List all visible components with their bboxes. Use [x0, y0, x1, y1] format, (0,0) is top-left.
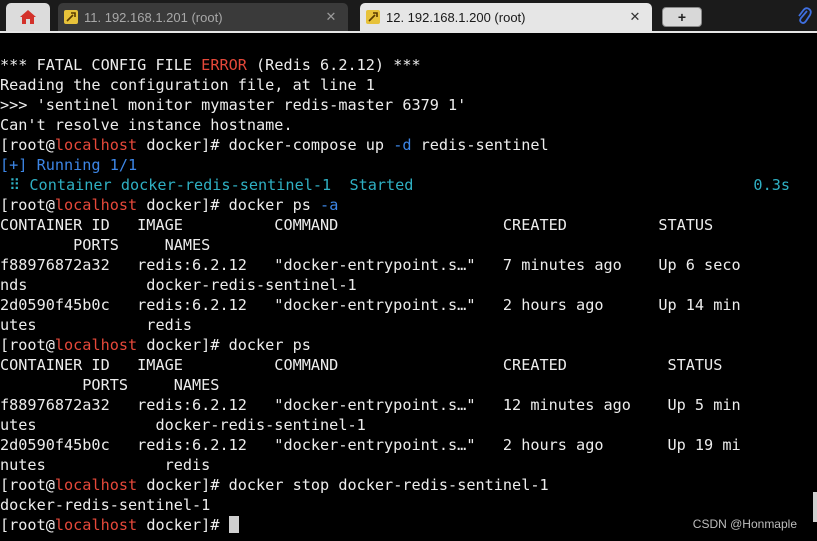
- terminal-line: ⠿ Container docker-redis-sentinel-1 Star…: [0, 176, 790, 194]
- tab-session-11[interactable]: 11. 192.168.1.201 (root) ✕: [58, 3, 348, 31]
- paperclip-icon[interactable]: [796, 6, 812, 26]
- close-icon[interactable]: ✕: [322, 9, 340, 25]
- tab-session-12[interactable]: 12. 192.168.1.200 (root) ✕: [360, 3, 652, 31]
- terminal-line: docker-redis-sentinel-1: [0, 496, 211, 514]
- prompt-line: [root@localhost docker]# docker ps: [0, 336, 311, 354]
- terminal-line: CONTAINER ID IMAGE COMMAND CREATED STATU…: [0, 356, 723, 374]
- close-icon[interactable]: ✕: [626, 9, 644, 25]
- home-tab[interactable]: [6, 3, 50, 31]
- prompt-line: [root@localhost docker]# docker stop doc…: [0, 476, 549, 494]
- terminal-line: utes docker-redis-sentinel-1: [0, 416, 366, 434]
- terminal-output[interactable]: *** FATAL CONFIG FILE ERROR (Redis 6.2.1…: [0, 55, 817, 541]
- terminal-line: f88976872a32 redis:6.2.12 "docker-entryp…: [0, 396, 741, 414]
- watermark: CSDN @Honmaple: [692, 517, 797, 531]
- terminal-line: PORTS NAMES: [0, 376, 220, 394]
- tab-strip-divider: [0, 31, 817, 33]
- terminal-line: nds docker-redis-sentinel-1: [0, 276, 357, 294]
- terminal-line: PORTS NAMES: [0, 236, 211, 254]
- terminal-line: Reading the configuration file, at line …: [0, 76, 375, 94]
- prompt-line: [root@localhost docker]# docker ps -a: [0, 196, 339, 214]
- terminal-line: >>> 'sentinel monitor mymaster redis-mas…: [0, 96, 467, 114]
- home-icon: [20, 10, 36, 24]
- terminal-line: utes redis: [0, 316, 193, 334]
- terminal-line: f88976872a32 redis:6.2.12 "docker-entryp…: [0, 256, 741, 274]
- tab-label: 11. 192.168.1.201 (root): [84, 9, 223, 25]
- terminal-line: Can't resolve instance hostname.: [0, 116, 293, 134]
- prompt-line: [root@localhost docker]# docker-compose …: [0, 136, 549, 154]
- terminal-cursor: [228, 516, 239, 533]
- terminal-line: 2d0590f45b0c redis:6.2.12 "docker-entryp…: [0, 436, 741, 454]
- terminal-icon: [366, 10, 380, 24]
- terminal-line: CONTAINER ID IMAGE COMMAND CREATED STATU…: [0, 216, 714, 234]
- scrollbar-thumb[interactable]: [813, 492, 817, 522]
- tab-label: 12. 192.168.1.200 (root): [386, 9, 526, 25]
- tab-bar: 11. 192.168.1.201 (root) ✕ 12. 192.168.1…: [0, 0, 817, 33]
- plus-icon: +: [677, 9, 687, 25]
- terminal-line: nutes redis: [0, 456, 211, 474]
- terminal-line: *** FATAL CONFIG FILE ERROR (Redis 6.2.1…: [0, 56, 421, 74]
- terminal-line: [+] Running 1/1: [0, 156, 138, 174]
- terminal-line: 2d0590f45b0c redis:6.2.12 "docker-entryp…: [0, 296, 741, 314]
- terminal-icon: [64, 10, 78, 24]
- prompt-line[interactable]: [root@localhost docker]#: [0, 515, 239, 535]
- new-tab-button[interactable]: +: [662, 7, 702, 27]
